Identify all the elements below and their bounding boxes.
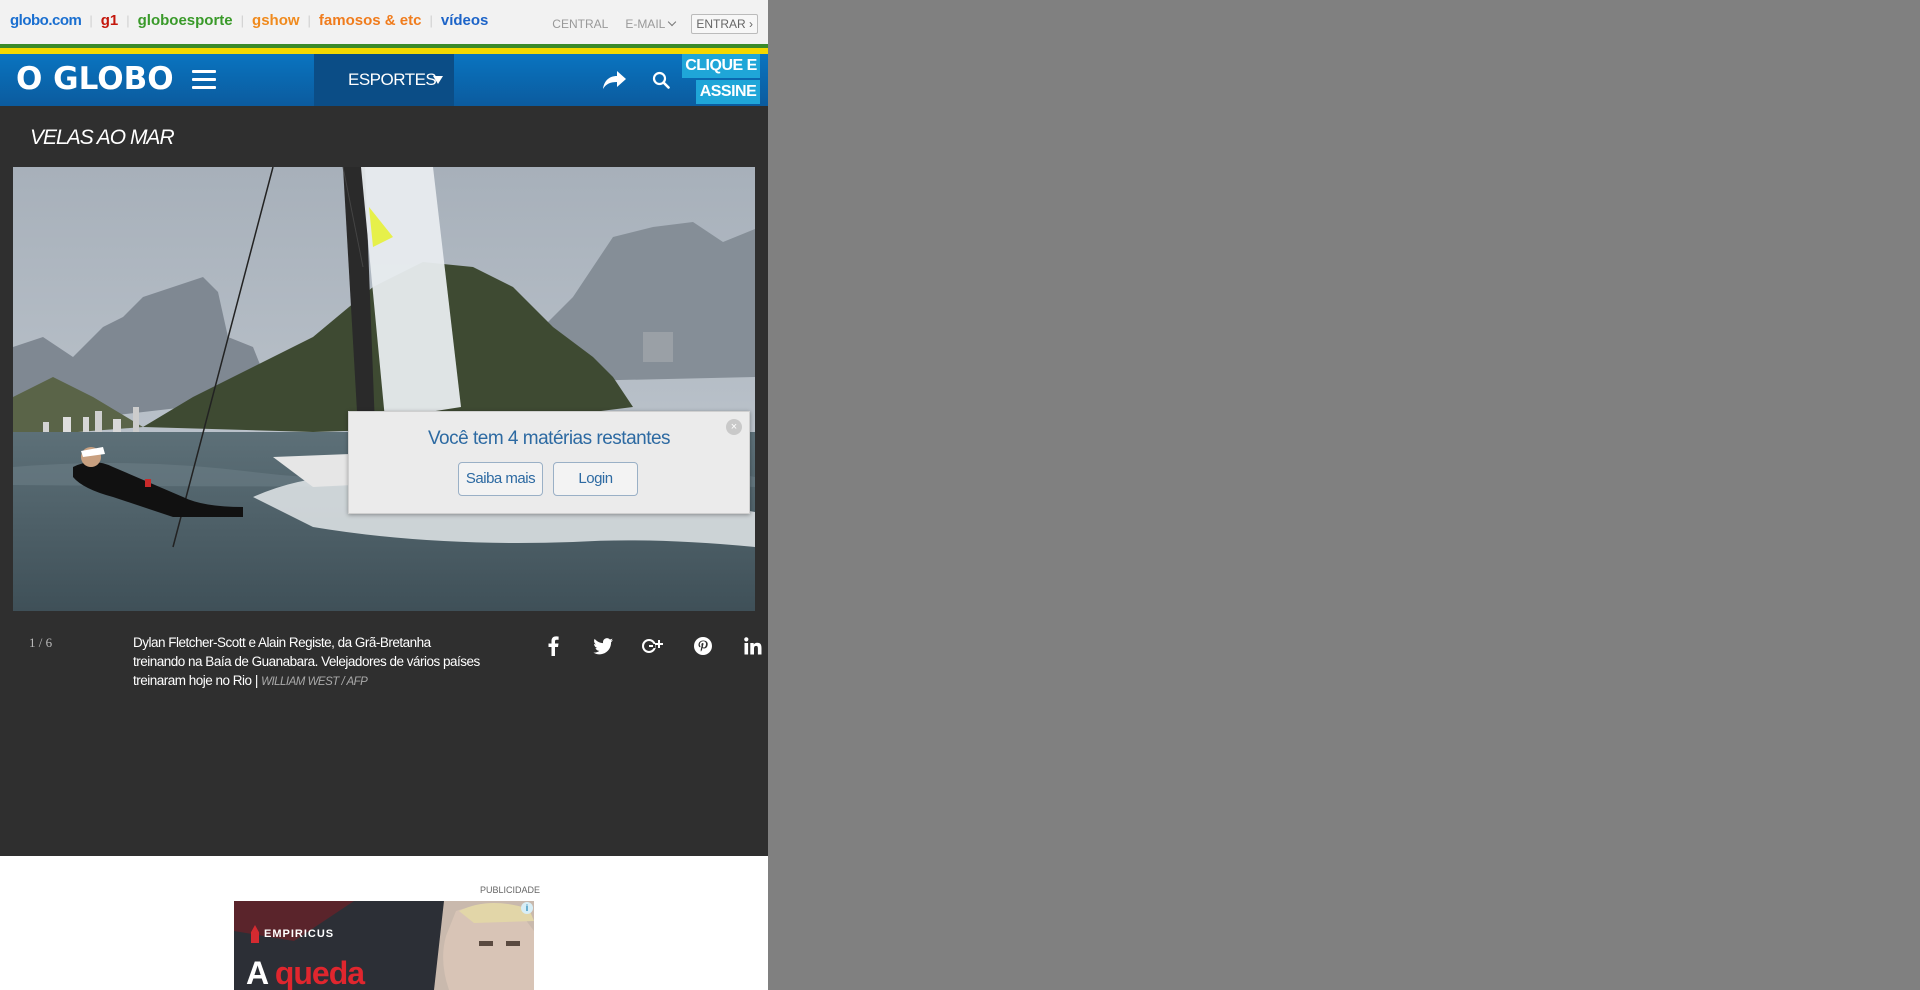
- ad-info-icon[interactable]: i: [521, 902, 533, 914]
- email-dropdown[interactable]: E-MAIL: [625, 17, 677, 31]
- assine-line2: ASSINE: [696, 80, 760, 104]
- google-plus-icon[interactable]: [628, 634, 678, 658]
- gallery-title: VELAS AO MAR: [30, 126, 175, 149]
- o-globo-logo[interactable]: O GLOBO: [16, 61, 174, 97]
- link-g1[interactable]: g1: [101, 12, 119, 29]
- photo-credit: WILLIAM WEST / AFP: [261, 676, 368, 688]
- link-videos[interactable]: vídeos: [441, 12, 489, 29]
- divider: |: [240, 13, 245, 28]
- triangle-down-icon: [433, 76, 443, 84]
- pinterest-icon[interactable]: [678, 634, 728, 658]
- entrar-button[interactable]: ENTRAR ›: [691, 14, 758, 34]
- divider: |: [429, 13, 433, 28]
- section-dropdown[interactable]: ESPORTES: [314, 54, 454, 106]
- section-label: ESPORTES: [348, 70, 437, 89]
- email-label: E-MAIL: [625, 17, 666, 31]
- divider: |: [126, 13, 130, 28]
- ad-headline-word2: queda: [274, 955, 365, 990]
- chevron-down-icon: [668, 17, 677, 27]
- assine-button[interactable]: CLIQUE E ASSINE: [682, 54, 768, 106]
- link-globo-com[interactable]: globo.com: [10, 12, 82, 29]
- divider: |: [89, 13, 93, 28]
- page: globo.com | g1 | globoesporte | gshow | …: [0, 0, 768, 990]
- central-link[interactable]: CENTRAL: [552, 17, 608, 31]
- assine-line1: CLIQUE E: [682, 54, 760, 78]
- divider: |: [307, 13, 311, 28]
- ad-label: PUBLICIDADE: [480, 885, 541, 895]
- sailing-photo: [13, 167, 755, 611]
- ad-headline: A queda: [246, 955, 365, 990]
- globo-top-bar: globo.com | g1 | globoesporte | gshow | …: [0, 0, 768, 44]
- ad-brand: EMPIRICUS: [264, 928, 335, 940]
- photo-counter: 1 / 6: [29, 635, 53, 650]
- twitter-icon[interactable]: [578, 634, 628, 658]
- gallery-photo[interactable]: [13, 167, 755, 611]
- search-icon[interactable]: [652, 71, 670, 94]
- paywall-modal: × Você tem 4 matérias restantes Saiba ma…: [348, 411, 750, 514]
- login-button[interactable]: Login: [553, 462, 638, 496]
- linkedin-icon[interactable]: [728, 634, 768, 658]
- hamburger-icon[interactable]: [192, 70, 216, 90]
- account-links: CENTRAL E-MAIL ENTRAR ›: [552, 14, 758, 34]
- share-icon[interactable]: [602, 69, 628, 96]
- site-header: O GLOBO ESPORTES CLIQUE E ASSINE: [0, 54, 768, 106]
- social-share-bar: [528, 634, 768, 658]
- link-globoesporte[interactable]: globoesporte: [138, 12, 233, 29]
- advertisement[interactable]: EMPIRICUS A queda i: [234, 901, 534, 990]
- photo-caption: Dylan Fletcher-Scott e Alain Registe, da…: [133, 633, 483, 692]
- link-gshow[interactable]: gshow: [252, 12, 300, 29]
- link-famosos[interactable]: famosos & etc: [319, 12, 422, 29]
- paywall-message: Você tem 4 matérias restantes: [427, 428, 671, 449]
- facebook-icon[interactable]: [528, 634, 578, 658]
- saiba-mais-button[interactable]: Saiba mais: [458, 462, 543, 496]
- portal-links: globo.com | g1 | globoesporte | gshow | …: [10, 12, 488, 29]
- ad-headline-word1: A: [246, 955, 268, 990]
